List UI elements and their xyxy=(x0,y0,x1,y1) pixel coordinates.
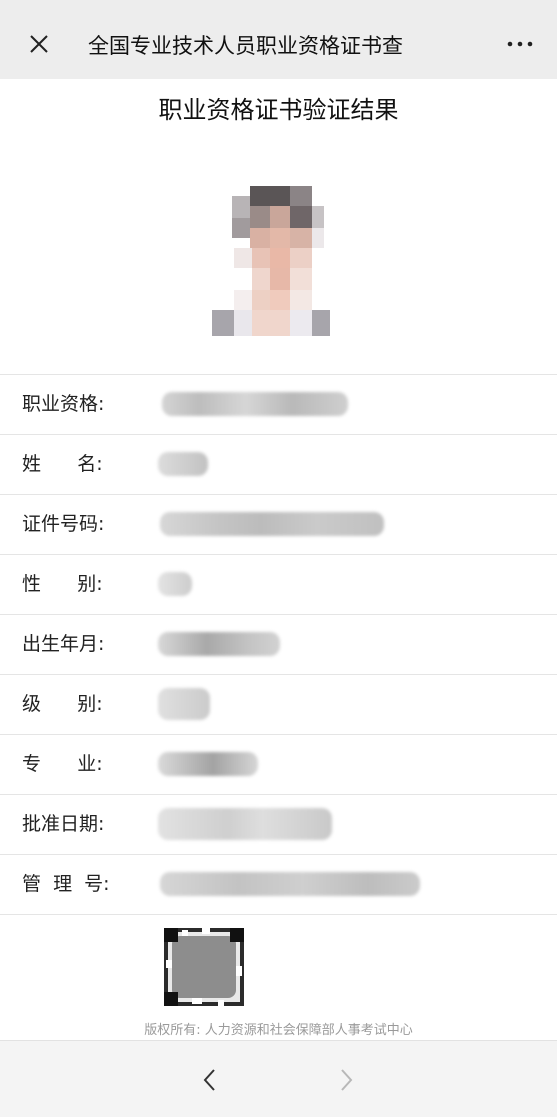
field-row-name: 姓 名: xyxy=(0,434,557,494)
field-label: 管 理 号: xyxy=(22,873,110,895)
field-label: 姓 名: xyxy=(22,453,103,475)
top-navigation-bar: 全国专业技术人员职业资格证书查 xyxy=(0,0,557,79)
bottom-navigation-bar xyxy=(0,1040,557,1117)
field-row-qualification: 职业资格: xyxy=(0,374,557,434)
more-icon[interactable] xyxy=(505,36,535,52)
field-row-level: 级 别: xyxy=(0,674,557,734)
field-row-id-number: 证件号码: xyxy=(0,494,557,554)
field-label: 级 别: xyxy=(22,693,103,715)
blurred-value xyxy=(158,752,258,776)
field-row-approval-date: 批准日期: xyxy=(0,794,557,854)
blurred-value xyxy=(158,688,210,720)
field-label: 专 业: xyxy=(22,753,103,775)
blurred-value xyxy=(160,512,384,536)
qr-code xyxy=(162,926,246,1008)
field-row-management-number: 管 理 号: xyxy=(0,854,557,914)
chevron-left-icon[interactable] xyxy=(198,1065,222,1095)
blurred-value xyxy=(160,872,420,896)
verification-page: 全国专业技术人员职业资格证书查 职业资格证书验证结果 职业资格: 姓 名: 证件… xyxy=(0,0,557,1117)
chevron-right-icon[interactable] xyxy=(334,1065,358,1095)
divider xyxy=(0,914,557,915)
field-row-birth-date: 出生年月: xyxy=(0,614,557,674)
title-fade xyxy=(427,28,457,64)
page-title: 全国专业技术人员职业资格证书查 xyxy=(88,34,403,58)
blurred-value xyxy=(158,572,192,596)
field-label: 出生年月: xyxy=(22,633,105,655)
field-label: 性 别: xyxy=(22,573,103,595)
field-row-major: 专 业: xyxy=(0,734,557,794)
blurred-value xyxy=(158,452,208,476)
blurred-value xyxy=(158,632,280,656)
blurred-value xyxy=(158,808,332,840)
field-label: 批准日期: xyxy=(22,813,105,835)
copyright-text: 版权所有: 人力资源和社会保障部人事考试中心 xyxy=(144,1023,413,1038)
close-icon[interactable] xyxy=(25,30,53,58)
blurred-value xyxy=(162,392,348,416)
field-label: 证件号码: xyxy=(22,513,105,535)
portrait-photo xyxy=(212,186,330,336)
field-label: 职业资格: xyxy=(22,393,105,415)
field-row-gender: 性 别: xyxy=(0,554,557,614)
result-heading: 职业资格证书验证结果 xyxy=(158,96,399,124)
